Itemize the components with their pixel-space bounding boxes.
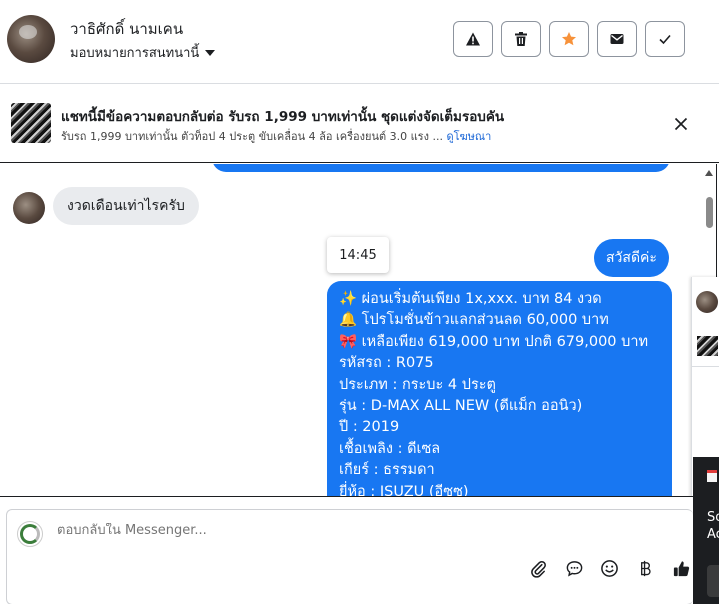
thumbs-up-icon [673, 560, 689, 576]
previous-message-bubble [212, 164, 670, 172]
report-button[interactable] [453, 21, 493, 57]
mark-done-button[interactable] [645, 21, 685, 57]
notification-popup: So Ac [693, 457, 719, 604]
saved-reply-button[interactable] [563, 557, 585, 579]
ad-reply-banner: แชทนี้มีข้อความตอบกลับต่อ รับรถ 1,999 บา… [0, 85, 719, 163]
side-panel-ad-thumbnail [697, 336, 718, 356]
incoming-message: งวดเดือนเท่าไรครับ [53, 187, 199, 225]
contact-avatar[interactable] [7, 15, 55, 63]
saved-reply-icon [566, 560, 582, 576]
popup-button[interactable] [707, 565, 719, 597]
detail-line: ยี่ห้อ : ISUZU (อีซูซุ) [339, 483, 469, 496]
detail-line: ประเภท : กระบะ 4 ประตู [339, 376, 496, 393]
like-button[interactable] [670, 557, 692, 579]
outgoing-message: สวัสดีค่ะ [594, 239, 669, 277]
star-button[interactable] [549, 21, 589, 57]
ad-thumbnail [11, 103, 51, 143]
close-icon[interactable] [670, 113, 692, 135]
outgoing-message-details: ✨ ผ่อนเริ่มต้นเพียง 1x,xxx. บาท 84 งวด 🔔… [327, 281, 672, 496]
contact-name[interactable]: วาธิศักดิ์ นามเคน [70, 17, 183, 41]
inbox-conversation: วาธิศักดิ์ นามเคน มอบหมายการสนทนานี้ แชท… [0, 0, 719, 604]
detail-line: ✨ ผ่อนเริ่มต้นเพียง 1x,xxx. บาท 84 งวด [339, 291, 602, 307]
emoji-icon [600, 559, 618, 577]
detail-line: เชื้อเพลิง : ดีเซล [339, 440, 441, 457]
trash-icon [515, 32, 527, 46]
assign-label: มอบหมายการสนทนานี้ [70, 46, 200, 61]
attach-button[interactable] [527, 557, 549, 579]
mark-unread-button[interactable] [597, 21, 637, 57]
scrollbar-thumb[interactable] [706, 197, 713, 228]
payment-button[interactable] [634, 557, 656, 579]
emoji-button[interactable] [598, 557, 620, 579]
detail-line: 🔔 โปรโมชั่นข้าวแลกส่วนลด 60,000 บาท [339, 312, 609, 329]
assign-conversation-dropdown[interactable]: มอบหมายการสนทนานี้ [70, 42, 216, 63]
check-icon [659, 34, 671, 45]
detail-line: ปี : 2019 [339, 419, 400, 436]
ad-subtitle: รับรถ 1,999 บาทเท่านั้น ตัวท็อป 4 ประตู … [61, 127, 491, 145]
conversation-header: วาธิศักดิ์ นามเคน มอบหมายการสนทนานี้ [0, 0, 719, 84]
baht-payment-icon [640, 560, 651, 576]
message-thread[interactable]: งวดเดือนเท่าไรครับ 14:45 สวัสดีค่ะ ✨ ผ่อ… [0, 164, 717, 496]
contact-avatar-small [13, 192, 45, 224]
view-ad-link[interactable]: ดูโฆษณา [446, 130, 491, 143]
popup-text-line: Ac [707, 527, 719, 542]
warning-icon [466, 32, 480, 46]
ad-title: แชทนี้มีข้อความตอบกลับต่อ รับรถ 1,999 บา… [61, 109, 505, 125]
reply-input[interactable] [57, 523, 657, 538]
detail-line: รุ่น : D-MAX ALL NEW (ดีแม็ก ออนิว) [339, 398, 583, 415]
star-icon [562, 32, 576, 46]
ad-subtitle-text: รับรถ 1,999 บาทเท่านั้น ตัวท็อป 4 ประตู … [61, 130, 443, 143]
message-timestamp-tooltip: 14:45 [327, 237, 389, 273]
detail-line: รหัสรถ : R075 [339, 355, 434, 372]
side-panel-avatar[interactable] [696, 291, 718, 313]
reply-composer [0, 496, 693, 604]
calendar-icon [707, 470, 717, 482]
popup-text-line: So [707, 510, 719, 525]
attach-icon [530, 560, 546, 578]
scroll-up-arrow-icon[interactable] [705, 170, 713, 176]
side-panel-divider [692, 366, 719, 367]
page-avatar [17, 521, 43, 547]
detail-line: เกียร์ : ธรรมดา [339, 462, 435, 479]
caret-down-icon [205, 49, 216, 56]
detail-line: 🎀 เหลือเพียง 619,000 บาท ปกติ 679,000 บา… [339, 333, 649, 350]
delete-button[interactable] [501, 21, 541, 57]
envelope-icon [610, 34, 624, 44]
